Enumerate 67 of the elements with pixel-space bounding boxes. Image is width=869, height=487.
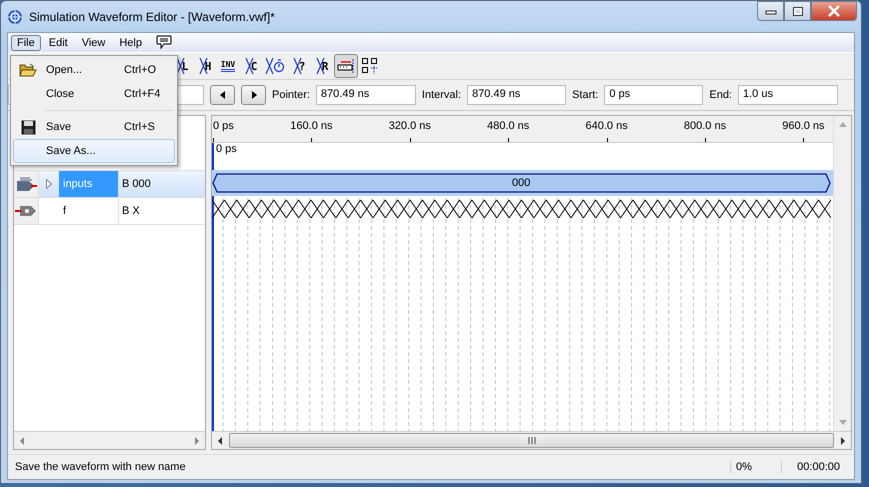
- time-tick-label: 800.0 ns: [684, 120, 726, 132]
- right-arrow-icon: [250, 91, 256, 99]
- menu-item[interactable]: View: [76, 34, 112, 50]
- grip-icon: [526, 437, 536, 444]
- shortcut-label: Ctrl+F4: [124, 88, 160, 100]
- close-button[interactable]: [811, 1, 857, 21]
- progress-percent: 0%: [730, 461, 781, 473]
- horizontal-scrollbar[interactable]: [212, 431, 851, 449]
- time-field[interactable]: 870.49 ns: [316, 85, 416, 105]
- field-label: Pointer:: [272, 89, 310, 101]
- close-icon: [827, 5, 841, 17]
- minimize-button[interactable]: [757, 1, 784, 21]
- maximize-icon: [792, 6, 804, 16]
- menu-item[interactable]: Help: [113, 34, 148, 50]
- field-label: Start:: [572, 89, 598, 101]
- grid-icon: [361, 57, 379, 75]
- previous-transition-button[interactable]: [210, 85, 235, 105]
- scroll-left-icon[interactable]: [217, 436, 223, 444]
- x-transition-icon: [292, 57, 302, 75]
- scroll-right-icon[interactable]: [840, 436, 846, 444]
- scroll-thumb[interactable]: [229, 433, 834, 448]
- waveform-value-button[interactable]: C: [240, 54, 262, 78]
- left-arrow-icon: [220, 91, 226, 99]
- next-transition-button[interactable]: [241, 85, 266, 105]
- field-label: End:: [709, 89, 732, 101]
- x-transition-icon: [176, 57, 185, 75]
- window-title: Simulation Waveform Editor - [Waveform.vwf]*: [29, 10, 275, 24]
- node-row[interactable]: inputs B 000: [14, 171, 205, 198]
- elapsed-time: 00:00:00: [781, 461, 854, 473]
- time-tick-label: 160.0 ns: [290, 120, 332, 132]
- time-tick-label: 640.0 ns: [586, 120, 628, 132]
- menu-item[interactable]: Edit: [42, 34, 74, 50]
- waveform-value-button[interactable]: INV: [217, 54, 239, 78]
- node-value: B 000: [122, 178, 151, 190]
- input-pin-icon: [14, 177, 38, 191]
- snap-to-grid-button[interactable]: [334, 54, 358, 78]
- app-icon: [7, 8, 23, 24]
- time-tick-label: 0 ps: [213, 120, 234, 132]
- node-name: inputs: [62, 178, 92, 190]
- field-label: Interval:: [422, 89, 462, 101]
- expand-arrow-icon[interactable]: [46, 179, 52, 189]
- menu-entry[interactable]: Close Ctrl+F4: [13, 82, 175, 106]
- folder-icon: [19, 62, 37, 78]
- maximize-button[interactable]: [784, 1, 811, 21]
- time-field[interactable]: 0 ps: [604, 85, 704, 105]
- speech-bubble-icon[interactable]: [156, 35, 172, 50]
- node-row[interactable]: f B X: [14, 198, 205, 225]
- time-tick-label: 960.0 ns: [782, 120, 824, 132]
- menu-entry[interactable]: Save As...: [13, 139, 175, 163]
- time-tick-label: 480.0 ns: [487, 120, 530, 132]
- shortcut-label: Ctrl+O: [124, 64, 156, 76]
- menu-item[interactable]: File: [11, 34, 41, 50]
- stopwatch-icon: [265, 57, 285, 75]
- time-field[interactable]: 1.0 us: [738, 85, 838, 105]
- bus-value-label: 000: [512, 177, 530, 189]
- time-tick-label: 320.0 ns: [388, 120, 431, 132]
- status-message: Save the waveform with new name: [14, 461, 187, 473]
- node-name: f: [62, 205, 66, 217]
- menu-entry[interactable]: Save Ctrl+S: [13, 115, 175, 139]
- waveform-value-button[interactable]: H: [194, 54, 216, 78]
- node-value: B X: [122, 205, 140, 217]
- waveform-value-button[interactable]: R: [311, 54, 333, 78]
- snap-icon: [336, 58, 356, 74]
- time-field[interactable]: 870.49 ns: [467, 85, 566, 105]
- waveform-value-button[interactable]: ?: [288, 54, 310, 78]
- time-bar-label: 0 ps: [215, 143, 237, 155]
- shortcut-label: Ctrl+S: [124, 121, 155, 133]
